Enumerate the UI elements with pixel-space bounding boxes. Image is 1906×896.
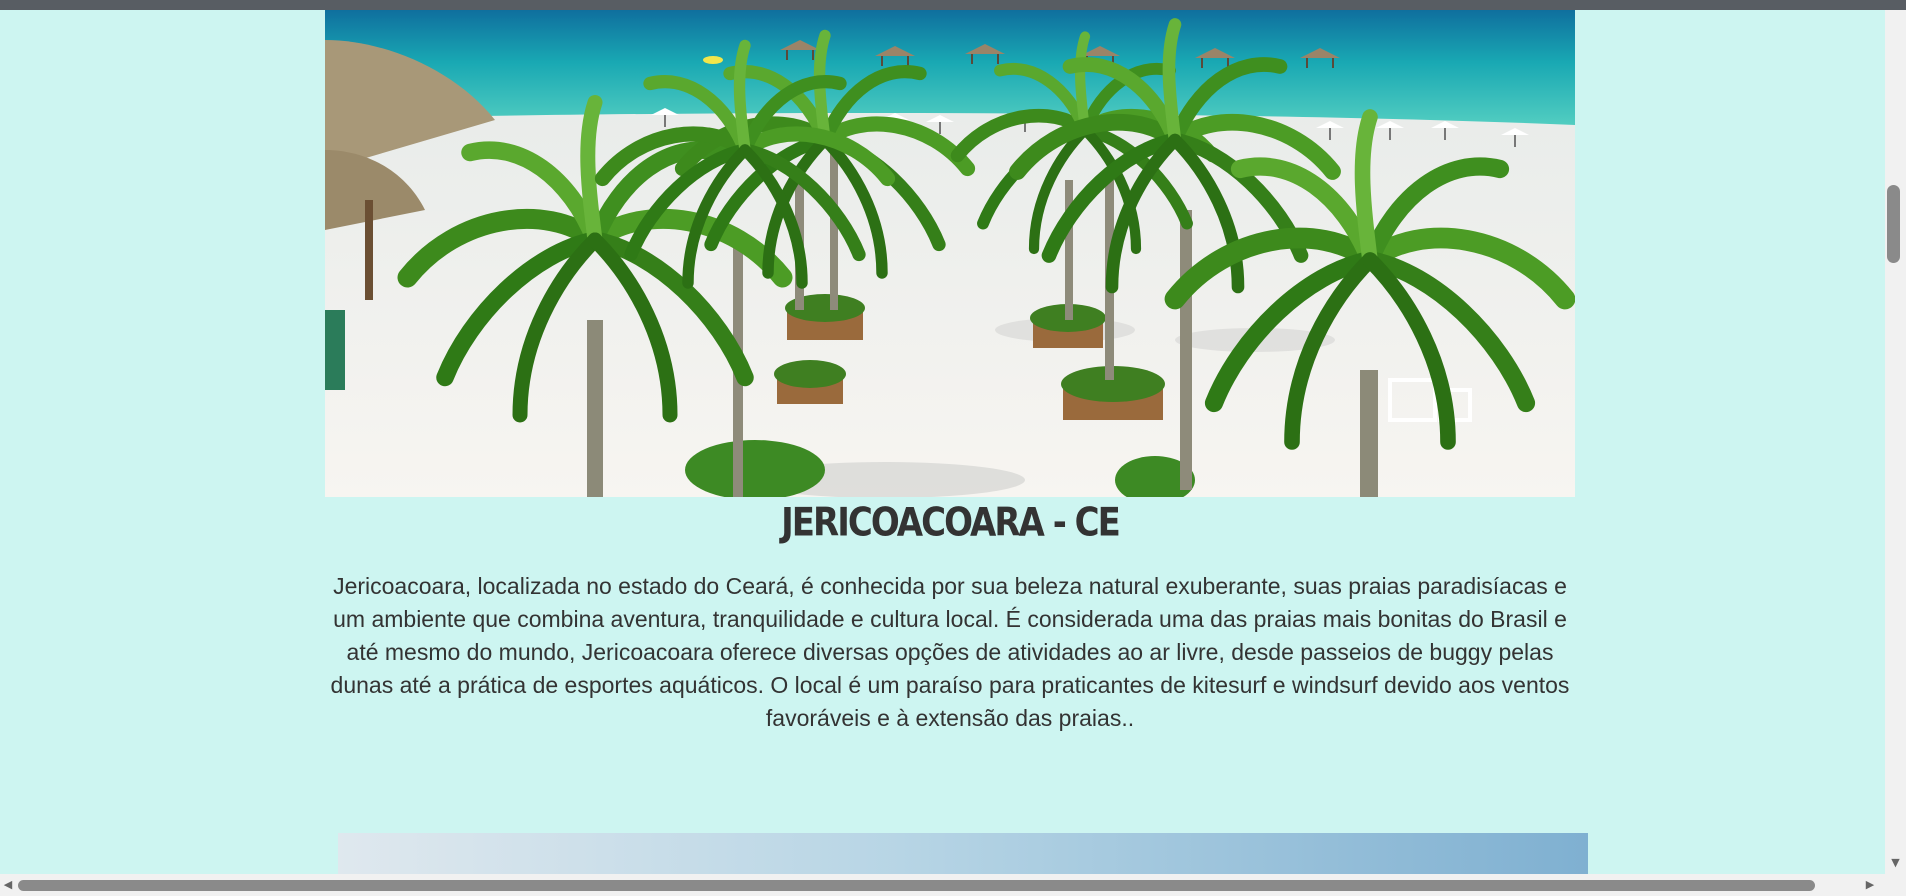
horizontal-scrollbar-thumb[interactable] bbox=[18, 880, 1815, 891]
destination-title: JERICOACOARA - CE bbox=[781, 500, 1121, 546]
next-section-image bbox=[338, 833, 1588, 874]
caret-right-icon[interactable]: ▶ bbox=[1862, 874, 1878, 896]
scrollbar-corner bbox=[1885, 874, 1906, 896]
hero-image-beach bbox=[325, 10, 1575, 497]
destination-description: Jericoacoara, localizada no estado do Ce… bbox=[330, 573, 1570, 731]
caret-left-icon[interactable]: ◀ bbox=[0, 874, 16, 896]
page-viewport: JERICOACOARA - CE Jericoacoara, localiza… bbox=[0, 10, 1885, 874]
browser-top-edge bbox=[0, 0, 1906, 10]
vertical-scrollbar-thumb[interactable] bbox=[1887, 185, 1900, 263]
vertical-scrollbar[interactable] bbox=[1885, 10, 1906, 874]
caret-down-icon[interactable]: ▼ bbox=[1885, 853, 1906, 873]
